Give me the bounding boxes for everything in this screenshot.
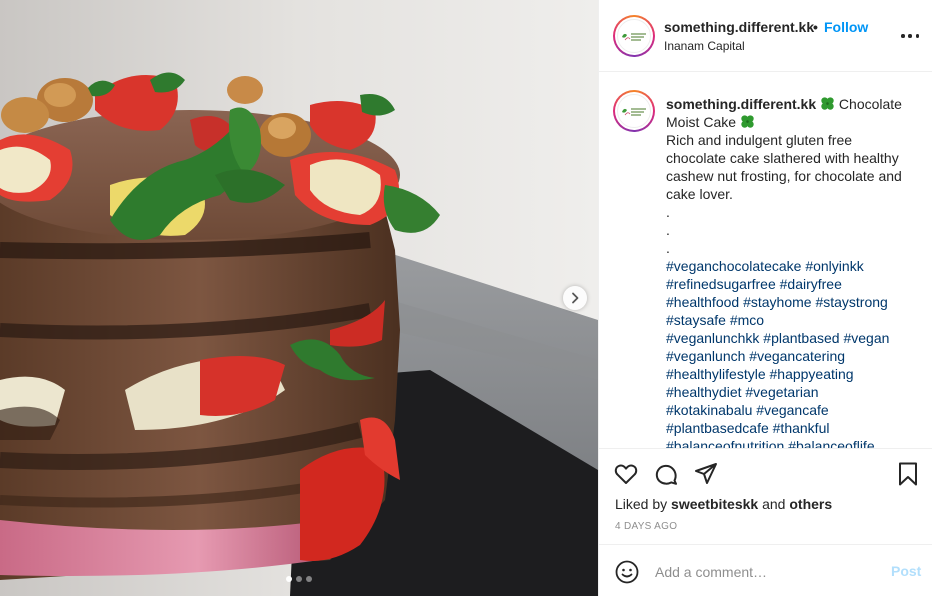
share-icon[interactable] xyxy=(693,461,719,487)
more-options-button[interactable] xyxy=(901,28,919,44)
hashtag-line[interactable]: #staysafe #mco xyxy=(666,311,916,329)
bookmark-icon[interactable] xyxy=(895,461,921,487)
likes-summary: Liked by sweetbiteskk and others xyxy=(615,496,832,512)
caption-scroll-area[interactable]: something.different.kk Chocolate Moist C… xyxy=(599,72,932,448)
liked-by-and: and xyxy=(762,496,786,512)
comment-input[interactable] xyxy=(655,560,875,584)
post-timestamp[interactable]: 4 DAYS AGO xyxy=(615,521,677,532)
hashtag-line[interactable]: #veganlunchkk #plantbased #vegan xyxy=(666,329,916,347)
more-icon xyxy=(901,34,905,38)
liked-by-others-link[interactable]: others xyxy=(789,496,832,512)
caption-body-line: chocolate cake slathered with healthy xyxy=(666,150,899,166)
hashtag-line[interactable]: #veganlunch #vegancatering xyxy=(666,347,916,365)
caption-text: something.different.kk Chocolate Moist C… xyxy=(666,95,916,448)
four-leaf-clover-icon xyxy=(821,97,834,110)
chevron-right-icon xyxy=(572,292,579,304)
hashtag-line[interactable]: #healthfood #stayhome #staystrong xyxy=(666,293,916,311)
caption-body-line: . xyxy=(666,204,670,220)
carousel-dot-3 xyxy=(306,576,312,582)
hashtag-line[interactable]: #veganchocolatecake #onlyinkk xyxy=(666,257,916,275)
post-side-panel: something.different.kk • Follow Inanam C… xyxy=(598,0,932,596)
hashtag-line[interactable]: #healthydiet #vegetarian xyxy=(666,383,916,401)
four-leaf-clover-icon xyxy=(741,115,754,128)
liked-by-user-link[interactable]: sweetbiteskk xyxy=(671,496,758,512)
hashtag-line[interactable]: #balanceofnutrition #balanceoflife xyxy=(666,437,916,448)
post-comment-button[interactable]: Post xyxy=(891,563,921,579)
caption-body-line: Rich and indulgent gluten free xyxy=(666,132,853,148)
liked-by-prefix: Liked by xyxy=(615,496,668,512)
hashtag-line[interactable]: #kotakinabalu #vegancafe xyxy=(666,401,916,419)
hashtag-line[interactable]: #healthylifestyle #happyeating xyxy=(666,365,916,383)
comment-bar: Post xyxy=(599,544,932,596)
caption-title-line1: Chocolate xyxy=(838,96,902,112)
caption-avatar[interactable] xyxy=(613,90,655,132)
brand-logo-icon xyxy=(622,108,646,116)
hashtag-line[interactable]: #plantbasedcafe #thankful xyxy=(666,419,916,437)
location-link[interactable]: Inanam Capital xyxy=(664,39,745,53)
header-username-link[interactable]: something.different.kk xyxy=(664,19,814,35)
brand-logo-icon xyxy=(622,33,646,41)
hashtag-line[interactable]: #refinedsugarfree #dairyfree xyxy=(666,275,916,293)
avatar[interactable] xyxy=(613,15,655,57)
carousel-dot-2 xyxy=(296,576,302,582)
cake-photo-image xyxy=(0,0,598,596)
comment-icon[interactable] xyxy=(653,461,679,487)
caption-body-line: cake lover. xyxy=(666,186,733,202)
caption-title-line2: Moist Cake xyxy=(666,114,737,130)
follow-separator: • xyxy=(813,19,818,35)
caption-body-line: . xyxy=(666,240,670,256)
carousel-dot-1 xyxy=(286,576,292,582)
caption-body-line: cashew nut frosting, for chocolate and xyxy=(666,168,902,184)
next-slide-button[interactable] xyxy=(563,286,587,310)
caption-body-line: . xyxy=(666,222,670,238)
carousel-indicator xyxy=(286,576,312,582)
post-header: something.different.kk • Follow Inanam C… xyxy=(599,0,932,72)
caption-username-link[interactable]: something.different.kk xyxy=(666,96,816,112)
emoji-icon[interactable] xyxy=(615,560,639,584)
follow-button[interactable]: Follow xyxy=(824,19,868,35)
post-actions: Liked by sweetbiteskk and others 4 DAYS … xyxy=(599,448,932,544)
heart-icon[interactable] xyxy=(613,461,639,487)
post-photo[interactable] xyxy=(0,0,598,596)
